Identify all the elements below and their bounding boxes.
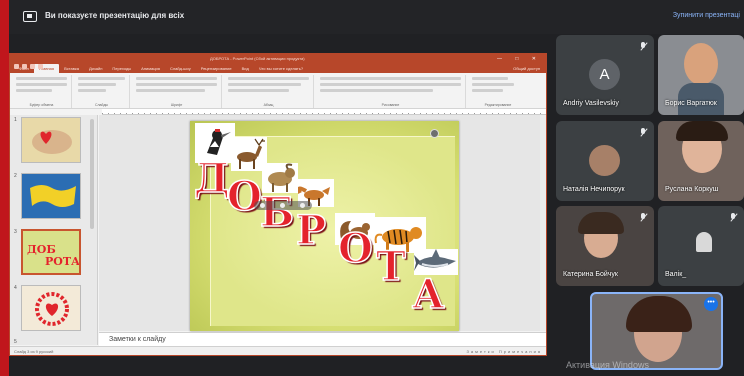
slide-letter: А [411,270,445,319]
avatar: A [589,59,620,90]
mic-off-icon [729,213,737,223]
avatar [696,232,712,252]
participant-tile[interactable]: Наталія Нечипорук [556,121,654,201]
ribbon-group-paragraph[interactable]: Абзац [224,75,314,108]
presenting-text: Ви показуєте презентацію для всіх [45,11,185,20]
present-screen-icon [23,11,37,22]
self-view-tile[interactable]: ••• [590,292,723,370]
ribbon: Буфер обмена Слайды Шрифт Абзац Рисовани… [10,73,546,109]
editor-scrollbar[interactable] [540,115,546,331]
participant-name: Борис Варгатюк [665,100,717,107]
slide-letter: О [226,172,262,221]
pointer-cursor-icon [430,129,439,138]
tab-animation[interactable]: Анимация [136,66,165,73]
tab-design[interactable]: Дизайн [84,66,107,73]
status-slide-info: Слайд 3 из 9 русский [14,349,54,354]
thumbnail-row[interactable]: 1 [10,115,98,167]
participant-tile[interactable]: Валік_ [658,206,744,286]
thumbnail-row[interactable]: 2 [10,171,98,223]
stop-presenting-button[interactable]: Зупинити презентаці [673,12,740,19]
ppt-title-bar: ДОБРОТА - PowerPoint (Сбой активации про… [10,54,546,69]
slide-letter: Т [375,242,406,291]
participant-tile[interactable]: Катерина Бойчук [556,206,654,286]
ribbon-group-clipboard[interactable]: Буфер обмена [12,75,72,108]
ribbon-group-drawing[interactable]: Рисование [316,75,466,108]
svg-text:РОТА: РОТА [45,255,79,268]
avatar [589,145,620,176]
more-options-button[interactable]: ••• [704,297,718,311]
current-slide[interactable]: Д О Б Р О Т А [190,121,459,331]
window-controls[interactable]: — □ ✕ [497,56,542,62]
participant-video [684,43,718,85]
slide-editor[interactable]: Д О Б Р О Т А [99,115,546,331]
status-bar: Слайд 3 из 9 русский Заметки Примечания [10,346,546,355]
thumbnail-row[interactable]: 3 ДОБ РОТА [10,227,98,279]
participant-name: Наталія Нечипорук [563,186,625,193]
quick-access-toolbar[interactable] [14,56,54,69]
share-button[interactable]: Общий доступ [508,66,546,73]
status-view-controls[interactable]: Заметки Примечания [466,349,542,354]
tab-slideshow[interactable]: Слайд-шоу [165,66,196,73]
slide-toolbar-overlay[interactable] [254,201,312,210]
tell-me-search[interactable]: Что вы хотите сделать? [254,66,308,73]
tab-view[interactable]: Вид [237,66,254,73]
powerpoint-window: ДОБРОТА - PowerPoint (Сбой активации про… [9,53,547,356]
tab-review[interactable]: Рецензирование [196,66,237,73]
tab-transitions[interactable]: Переходы [107,66,136,73]
participant-name: Катерина Бойчук [563,271,618,278]
slide-letter: О [337,224,373,273]
ribbon-group-slides[interactable]: Слайды [74,75,130,108]
slide-letter: Р [295,206,327,255]
tab-insert[interactable]: Вставка [59,66,84,73]
mic-off-icon [639,128,647,138]
participant-tile[interactable]: A Andriy Vasilevskiy [556,35,654,115]
windows-activation-watermark: Активация Windows [566,360,649,370]
thumbnail-row[interactable]: 4 [10,283,98,335]
participant-tile[interactable]: Борис Варгатюк [658,35,744,115]
presenting-banner: Ви показуєте презентацію для всіх Зупини… [9,0,744,34]
slide-letter: Б [259,188,295,237]
slide-thumbnail[interactable] [21,173,81,219]
ribbon-group-editing[interactable]: Редактирование [468,75,528,108]
slide-thumbnail[interactable] [21,117,81,163]
slide-thumbnails-pane: 1 2 3 ДОБ РОТА 4 5 [10,115,98,345]
ribbon-tabs: Файл Главная Вставка Дизайн Переходы Ани… [10,64,546,73]
ppt-window-title: ДОБРОТА - PowerPoint (Сбой активации про… [210,56,305,61]
participant-name: Руслана Коркуш [665,186,719,193]
participant-name: Валік_ [665,271,687,278]
slide-thumbnail[interactable] [21,285,81,331]
participant-name: Andriy Vasilevskiy [563,100,619,107]
left-red-strip [0,0,9,376]
ribbon-group-font[interactable]: Шрифт [132,75,222,108]
mic-off-icon [639,213,647,223]
slide-letter: Д [193,154,230,203]
participant-tile[interactable]: Руслана Коркуш [658,121,744,201]
notes-placeholder: Заметки к слайду [109,336,166,343]
mic-off-icon [639,42,647,52]
notes-pane[interactable]: Заметки к слайду [99,332,546,346]
slide-thumbnail-selected[interactable]: ДОБ РОТА [21,229,81,275]
